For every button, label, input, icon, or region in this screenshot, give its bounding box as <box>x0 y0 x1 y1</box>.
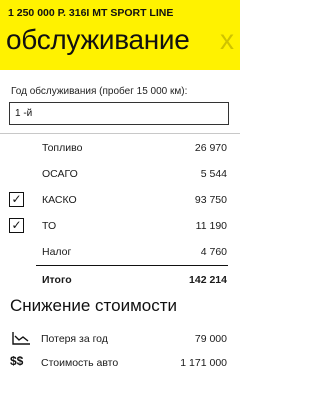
total-divider <box>36 265 228 266</box>
page-header: 1 250 000 Р. 316I MT SPORT LINE обслужив… <box>0 0 240 70</box>
next-page-title-peek[interactable]: х <box>220 24 234 56</box>
cost-value: 93 750 <box>194 194 227 206</box>
total-label: Итого <box>42 274 72 286</box>
depreciation-row-loss: Потеря за год 79 000 <box>0 327 240 351</box>
depreciation-label: Стоимость авто <box>41 357 119 369</box>
depreciation-value: 79 000 <box>194 333 227 345</box>
cost-label: ТО <box>42 220 57 232</box>
cost-label: Налог <box>42 246 72 258</box>
cost-row-tax: Налог 4 760 <box>0 239 240 265</box>
cost-row-osago: ОСАГО 5 544 <box>0 161 240 187</box>
cost-row-total: Итого 142 214 <box>0 267 240 293</box>
cost-value: 5 544 <box>200 168 227 180</box>
depreciation-label: Потеря за год <box>41 333 108 345</box>
cost-label: ОСАГО <box>42 168 78 180</box>
cost-value: 4 760 <box>200 246 227 258</box>
page-title: обслуживание <box>6 24 190 55</box>
cost-label: Топливо <box>42 142 83 154</box>
depreciation-value: 1 171 000 <box>180 357 227 369</box>
cost-value: 26 970 <box>194 142 227 154</box>
kasko-checkbox[interactable]: ✓ <box>9 192 24 207</box>
dollar-icon: $$ <box>10 354 24 368</box>
cost-label: КАСКО <box>42 194 77 206</box>
service-year-label: Год обслуживания (пробег 15 000 км): <box>11 86 188 97</box>
service-year-picker[interactable]: 1 -й <box>9 102 229 125</box>
total-value: 142 214 <box>189 274 227 286</box>
divider <box>0 133 240 134</box>
depreciation-title: Снижение стоимости <box>10 296 178 315</box>
cost-row-kasko: ✓ КАСКО 93 750 <box>0 187 240 213</box>
to-checkbox[interactable]: ✓ <box>9 218 24 233</box>
car-subtitle: 1 250 000 Р. 316I MT SPORT LINE <box>8 7 174 19</box>
depreciation-row-value: $$ Стоимость авто 1 171 000 <box>0 351 240 375</box>
cost-row-fuel: Топливо 26 970 <box>0 135 240 161</box>
chart-icon <box>12 332 30 345</box>
cost-value: 11 190 <box>195 220 227 232</box>
cost-row-to: ✓ ТО 11 190 <box>0 213 240 239</box>
